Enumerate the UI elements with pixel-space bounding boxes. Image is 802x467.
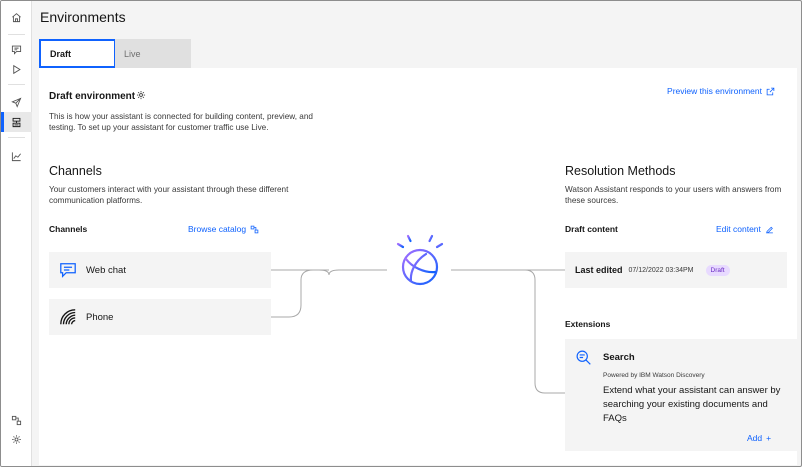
search-extension-title: Search	[603, 352, 635, 363]
edit-pencil-icon	[766, 226, 773, 233]
channels-description: Your customers interact with your assist…	[49, 185, 289, 205]
preview-environment-link[interactable]: Preview this environment	[667, 86, 775, 96]
rail-divider	[8, 84, 25, 85]
integrations-icon[interactable]	[1, 410, 32, 430]
extensions-label: Extensions	[565, 319, 611, 329]
channel-web-chat[interactable]: Web chat	[49, 252, 271, 288]
chat-icon	[60, 263, 76, 278]
edit-content-link[interactable]: Edit content	[716, 224, 774, 234]
app-frame: Environments Draft Live Draft environmen…	[0, 0, 802, 467]
preview-link-label: Preview this environment	[667, 86, 762, 96]
environment-panel: Draft environment This is how your assis…	[39, 68, 801, 465]
draft-content-label: Draft content	[565, 224, 618, 234]
tab-draft[interactable]: Draft	[39, 39, 116, 68]
add-plus-icon: +	[766, 433, 772, 443]
channels-sub-label: Channels	[49, 224, 88, 234]
catalog-icon	[250, 225, 259, 233]
add-search-extension-button[interactable]: Add +	[747, 433, 771, 443]
environment-settings-gear-icon[interactable]	[136, 90, 146, 100]
channels-title: Channels	[49, 164, 102, 178]
home-icon[interactable]	[1, 7, 32, 27]
environments-icon[interactable]	[1, 112, 32, 132]
add-label: Add	[747, 433, 763, 443]
resolution-description: Watson Assistant responds to your users …	[565, 185, 782, 205]
publish-icon[interactable]	[1, 92, 32, 112]
phone-signal-icon	[60, 309, 76, 325]
search-extension-tile[interactable]: Search Powered by IBM Watson Discovery E…	[565, 339, 801, 451]
actions-icon[interactable]	[1, 39, 32, 59]
side-rail	[1, 1, 32, 466]
last-edited-date: 07/12/2022 03:34PM	[628, 266, 694, 274]
status-badge: Draft	[705, 264, 730, 276]
tab-live[interactable]: Live	[115, 39, 191, 68]
settings-gear-icon[interactable]	[1, 429, 32, 449]
browse-catalog-link[interactable]: Browse catalog	[188, 224, 259, 234]
rail-divider	[8, 137, 25, 138]
channel-label: Web chat	[86, 264, 126, 276]
environment-description: This is how your assistant is connected …	[49, 112, 313, 132]
last-edited-label: Last edited	[575, 265, 623, 275]
channel-phone[interactable]: Phone	[49, 299, 271, 335]
search-icon	[576, 350, 591, 365]
edit-content-label: Edit content	[716, 224, 761, 234]
browse-catalog-label: Browse catalog	[188, 224, 247, 234]
search-extension-description: Extend what your assistant can answer by…	[603, 385, 781, 424]
channel-label: Phone	[86, 311, 114, 323]
watson-assistant-logo	[396, 231, 444, 286]
rail-divider	[8, 34, 25, 35]
resolution-title: Resolution Methods	[565, 164, 676, 178]
preview-play-icon[interactable]	[1, 59, 32, 79]
page-title: Environments	[40, 9, 126, 25]
environment-title: Draft environment	[49, 91, 136, 102]
draft-content-tile[interactable]: Last edited 07/12/2022 03:34PM Draft	[565, 252, 787, 288]
launch-icon	[766, 87, 775, 95]
analytics-icon[interactable]	[1, 146, 32, 166]
search-extension-subtitle: Powered by IBM Watson Discovery	[603, 372, 705, 379]
